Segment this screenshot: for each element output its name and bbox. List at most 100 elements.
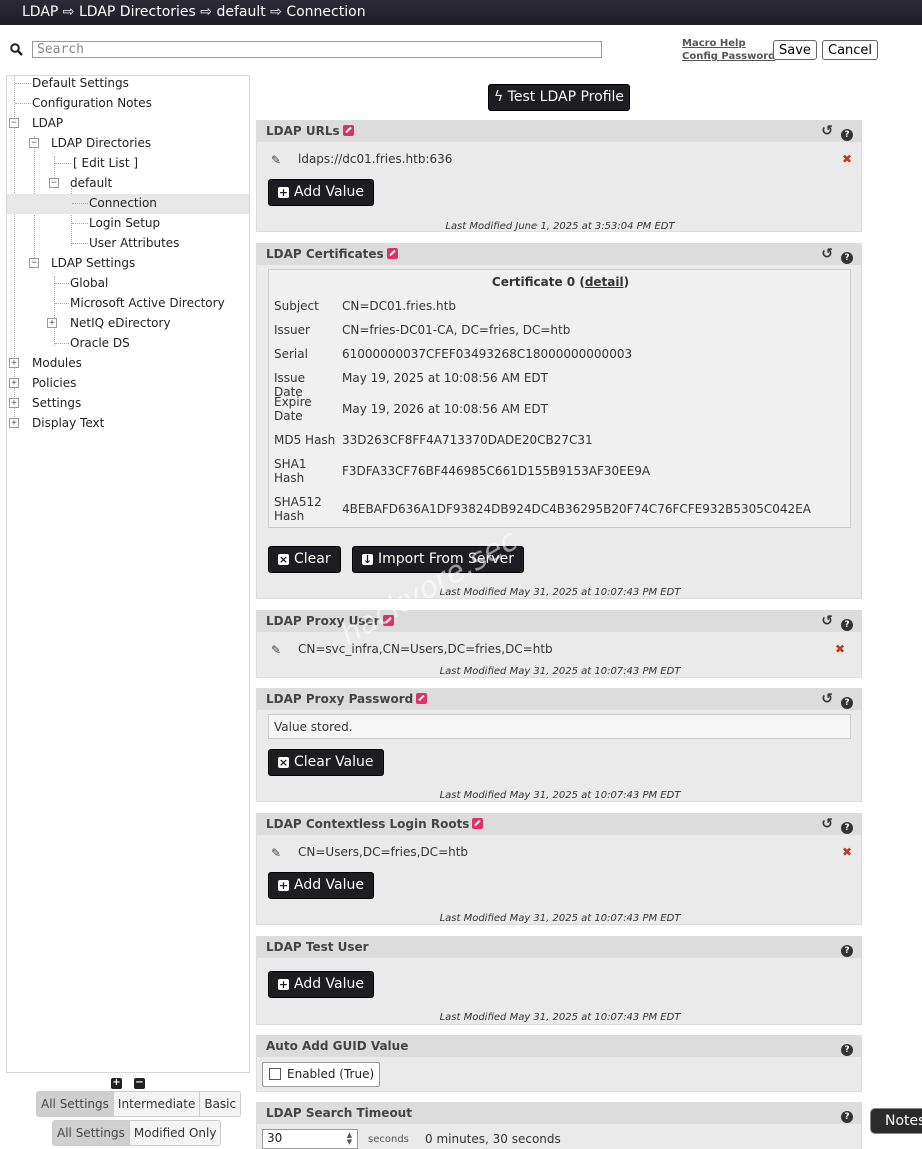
import-from-server-button[interactable]: ↓ Import From Server	[352, 546, 524, 573]
plus-icon: +	[278, 978, 289, 991]
clear-button[interactable]: × Clear	[268, 546, 341, 573]
settings-tree: Default Settings Configuration Notes − L…	[6, 75, 250, 1073]
panel-header: LDAP Search Timeout ?	[257, 1103, 861, 1124]
tree-item-ldap[interactable]: − LDAP	[7, 114, 249, 134]
edit-pencil-icon	[416, 693, 428, 704]
level-basic[interactable]: Basic	[200, 1092, 240, 1116]
expand-icon[interactable]: +	[47, 318, 57, 328]
stepper-icon[interactable]: ▲ ▼	[344, 1132, 355, 1146]
modified-all-settings[interactable]: All Settings	[53, 1121, 130, 1145]
help-icon[interactable]: ?	[841, 822, 853, 834]
tree-item-microsoft-ad[interactable]: Microsoft Active Directory	[7, 294, 249, 314]
edit-icon[interactable]: ✎	[271, 846, 281, 860]
cancel-button[interactable]: Cancel	[822, 40, 879, 60]
test-ldap-profile-button[interactable]: ϟ Test LDAP Profile	[488, 84, 630, 111]
level-intermediate[interactable]: Intermediate	[114, 1092, 201, 1116]
save-button[interactable]: Save	[773, 40, 817, 60]
tree-item-oracle[interactable]: Oracle DS	[7, 334, 249, 354]
tree-item-ldap-settings[interactable]: − LDAP Settings	[7, 254, 249, 274]
tree-item-settings[interactable]: + Settings	[7, 394, 249, 414]
timeout-input[interactable]: 30 ▲ ▼	[262, 1129, 358, 1149]
tree-item-edit-list[interactable]: [ Edit List ]	[7, 154, 249, 174]
tree-item-login-setup[interactable]: Login Setup	[7, 214, 249, 234]
expand-all-icon[interactable]: +	[111, 1078, 122, 1089]
reset-icon[interactable]: ↺	[821, 814, 833, 835]
detail-link[interactable]: detail	[585, 275, 624, 289]
panel-title: LDAP Test User	[266, 940, 369, 954]
collapse-icon[interactable]: −	[9, 118, 19, 128]
panel-title: LDAP Proxy User	[266, 614, 380, 628]
list-item: ✎ CN=svc_infra,CN=Users,DC=fries,DC=htb …	[271, 642, 846, 657]
x-icon: ×	[278, 756, 289, 769]
tree-item-user-attributes[interactable]: User Attributes	[7, 234, 249, 254]
search-input[interactable]	[32, 41, 602, 58]
reset-icon[interactable]: ↺	[821, 689, 833, 710]
checkbox-box[interactable]	[269, 1068, 281, 1080]
collapse-all-icon[interactable]: −	[134, 1078, 145, 1089]
last-modified: Last Modified May 31, 2025 at 10:07:43 P…	[439, 1012, 681, 1023]
tree-item-default[interactable]: − default	[7, 174, 249, 194]
collapse-icon[interactable]: −	[29, 138, 39, 148]
edit-pencil-icon	[472, 818, 484, 829]
expand-icon[interactable]: +	[9, 418, 19, 428]
panel-ldap-proxy-user: LDAP Proxy User ↺? ✎ CN=svc_infra,CN=Use…	[256, 610, 862, 678]
panel-title: Auto Add GUID Value	[266, 1039, 409, 1053]
remove-icon[interactable]: ✖	[842, 152, 852, 166]
config-password-link[interactable]: Config Password	[682, 50, 775, 63]
tree-item-global[interactable]: Global	[7, 274, 249, 294]
tree-item-default-settings[interactable]: Default Settings	[7, 76, 249, 94]
edit-icon[interactable]: ✎	[271, 153, 281, 167]
list-item: ✎ ldaps://dc01.fries.htb:636 ✖	[271, 152, 853, 167]
help-icon[interactable]: ?	[841, 697, 853, 709]
collapse-icon[interactable]: −	[49, 178, 59, 188]
certificate-box: Certificate 0 (detail) Subject CN=DC01.fr…	[268, 269, 851, 528]
expand-icon[interactable]: +	[9, 398, 19, 408]
reset-icon[interactable]: ↺	[821, 244, 833, 265]
reset-icon[interactable]: ↺	[821, 611, 833, 632]
modified-only[interactable]: Modified Only	[130, 1121, 221, 1145]
expand-icon[interactable]: +	[9, 358, 19, 368]
edit-icon[interactable]: ✎	[271, 643, 281, 657]
tree-item-connection[interactable]: Connection	[7, 194, 249, 214]
help-icon[interactable]: ?	[841, 619, 853, 631]
panel-header: LDAP Contextless Login Roots ↺?	[257, 814, 861, 835]
panel-ldap-test-user: LDAP Test User ? + Add Value Last Modifie…	[256, 936, 862, 1025]
help-icon[interactable]: ?	[841, 1111, 853, 1123]
tree-item-modules[interactable]: + Modules	[7, 354, 249, 374]
help-icon[interactable]: ?	[841, 252, 853, 264]
tree-item-display-text[interactable]: + Display Text	[7, 414, 249, 434]
panel-title: LDAP Certificates	[266, 247, 384, 261]
tree-item-configuration-notes[interactable]: Configuration Notes	[7, 94, 249, 114]
tree-item-ldap-directories[interactable]: − LDAP Directories	[7, 134, 249, 154]
clear-value-button[interactable]: × Clear Value	[268, 749, 384, 776]
notes-tab[interactable]: Notes	[870, 1108, 922, 1134]
last-modified: Last Modified May 31, 2025 at 10:07:43 P…	[439, 913, 681, 924]
expand-icon[interactable]: +	[9, 378, 19, 388]
panel-title: LDAP Proxy Password	[266, 692, 414, 706]
edit-pencil-icon	[342, 125, 354, 136]
remove-icon[interactable]: ✖	[842, 845, 852, 859]
add-value-button[interactable]: + Add Value	[268, 872, 374, 899]
panel-ldap-proxy-password: LDAP Proxy Password ↺? Value stored. × Cl…	[256, 688, 862, 802]
tree-item-policies[interactable]: + Policies	[7, 374, 249, 394]
panel-header: LDAP URLs ↺?	[257, 121, 861, 142]
help-icon[interactable]: ?	[841, 1044, 853, 1056]
macro-help-link[interactable]: Macro Help	[682, 37, 775, 50]
help-icon[interactable]: ?	[841, 129, 853, 141]
top-links: Macro Help Config Password	[682, 37, 775, 63]
add-value-button[interactable]: + Add Value	[268, 179, 374, 206]
breadcrumb: LDAP ⇨ LDAP Directories ⇨ default ⇨ Conn…	[0, 0, 922, 25]
plus-icon: +	[278, 879, 289, 892]
panel-title: LDAP URLs	[266, 124, 340, 138]
remove-icon[interactable]: ✖	[835, 642, 845, 656]
tree-item-netiq[interactable]: + NetIQ eDirectory	[7, 314, 249, 334]
reset-icon[interactable]: ↺	[821, 121, 833, 142]
collapse-icon[interactable]: −	[29, 258, 39, 268]
add-value-button[interactable]: + Add Value	[268, 971, 374, 998]
help-icon[interactable]: ?	[841, 945, 853, 957]
enabled-checkbox[interactable]: Enabled (True)	[262, 1062, 381, 1087]
panel-header: LDAP Proxy Password ↺?	[257, 689, 861, 710]
last-modified: Last Modified May 31, 2025 at 10:07:43 P…	[439, 790, 681, 801]
download-icon: ↓	[362, 553, 373, 566]
level-all-settings[interactable]: All Settings	[37, 1092, 114, 1116]
